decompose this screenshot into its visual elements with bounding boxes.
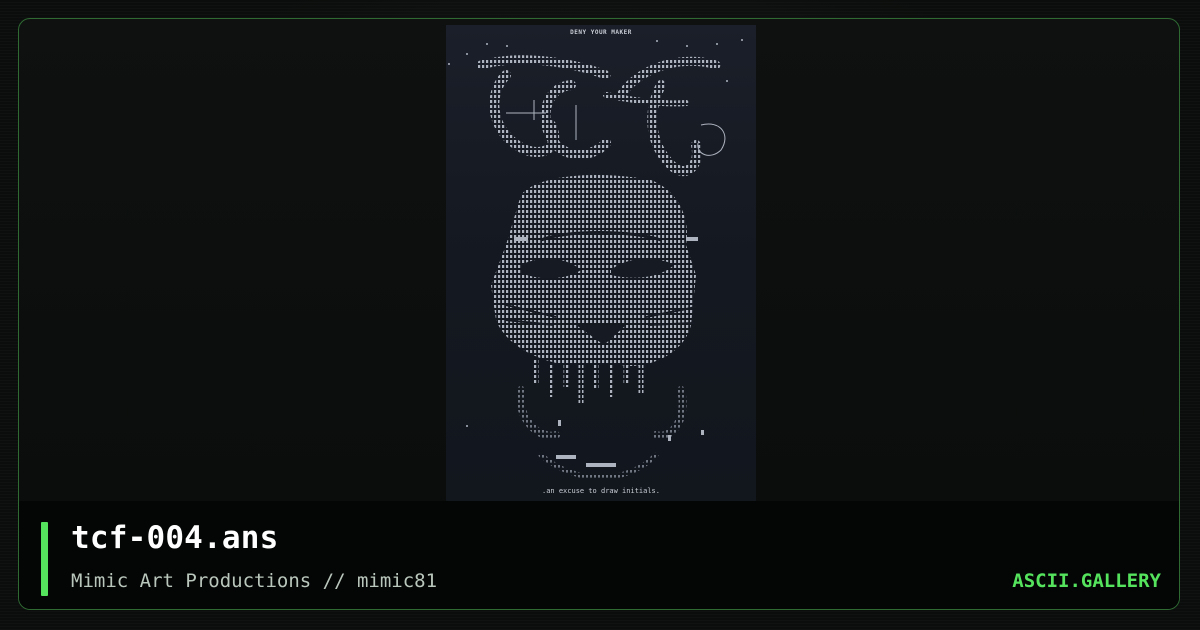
site-brand[interactable]: ASCII.GALLERY (1012, 570, 1161, 592)
ansi-art-illustration (448, 39, 743, 480)
accent-bar (41, 522, 48, 596)
ansi-artwork-preview[interactable]: DENY YOUR MAKER .an excuse to draw initi… (446, 25, 756, 503)
artist-credit[interactable]: Mimic Art Productions // mimic81 (71, 570, 437, 592)
artwork-title[interactable]: tcf-004.ans (71, 520, 279, 556)
card-frame: DENY YOUR MAKER .an excuse to draw initi… (18, 18, 1180, 610)
artwork-caption: .an excuse to draw initials. (541, 487, 660, 495)
info-bar: tcf-004.ans Mimic Art Productions // mim… (19, 501, 1179, 609)
